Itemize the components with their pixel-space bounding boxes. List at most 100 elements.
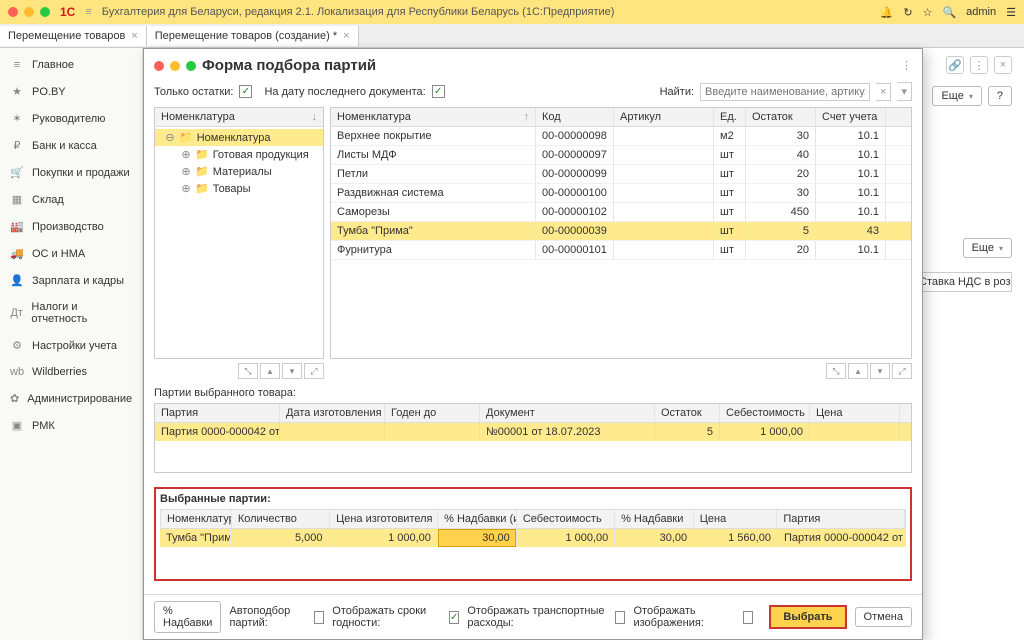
star-icon[interactable]: ☆ (923, 6, 933, 19)
sidebar-icon: ₽ (10, 139, 24, 152)
col-header[interactable]: Остаток (655, 404, 720, 422)
trans-checkbox[interactable] (615, 611, 625, 624)
more-button-2[interactable]: Еще (963, 238, 1012, 258)
col-header[interactable]: Партия (777, 510, 905, 528)
sidebar-item-9[interactable]: ДтНалоги и отчетность (0, 294, 142, 332)
close-icon[interactable]: × (343, 30, 349, 42)
grid-row[interactable]: Раздвижная система00-00000100шт3010.1 (331, 184, 911, 203)
sidebar-item-0[interactable]: ≡Главное (0, 52, 142, 78)
nav-down[interactable]: ▾ (870, 363, 890, 379)
sidebar-item-3[interactable]: ₽Банк и касса (0, 132, 142, 159)
nav-collapse[interactable]: ⤡ (238, 363, 258, 379)
nav-collapse[interactable]: ⤡ (826, 363, 846, 379)
col-header[interactable]: Годен до (385, 404, 480, 422)
grid-row[interactable]: Петли00-00000099шт2010.1 (331, 165, 911, 184)
grid-row[interactable]: Фурнитура00-00000101шт2010.1 (331, 241, 911, 260)
more-icon[interactable]: ⋮ (970, 56, 988, 74)
col-header[interactable]: Себестоимость (720, 404, 810, 422)
link-icon[interactable]: 🔗 (946, 56, 964, 74)
col-header[interactable]: % Надбавки (615, 510, 694, 528)
col-header[interactable]: Остаток (746, 108, 816, 126)
modal-max[interactable] (186, 61, 196, 71)
nav-up[interactable]: ▴ (848, 363, 868, 379)
col-header[interactable]: Артикул (614, 108, 714, 126)
window-close[interactable] (8, 7, 18, 17)
col-header[interactable]: Цена (810, 404, 900, 422)
col-header[interactable]: Дата изготовления (280, 404, 385, 422)
sidebar-item-13[interactable]: ▣РМК (0, 412, 142, 439)
grid-row[interactable]: Саморезы00-00000102шт45010.1 (331, 203, 911, 222)
sidebar-item-11[interactable]: wbWildberries (0, 359, 142, 385)
expand-icon[interactable]: ⊕ (181, 182, 191, 195)
modal-menu-icon[interactable]: ⋮ (901, 59, 912, 72)
auto-checkbox[interactable] (314, 611, 324, 624)
grid-row[interactable]: Верхнее покрытие00-00000098м23010.1 (331, 127, 911, 146)
doc-date-checkbox[interactable] (432, 85, 445, 98)
close-icon[interactable]: × (994, 56, 1012, 74)
cancel-button[interactable]: Отмена (855, 607, 912, 627)
grid-row[interactable]: Тумба "Прима"00-00000039шт543 (331, 222, 911, 241)
markup-button[interactable]: % Надбавки (154, 601, 221, 633)
search-input[interactable] (700, 83, 870, 101)
sidebar-item-2[interactable]: ✶Руководителю (0, 105, 142, 132)
select-button[interactable]: Выбрать (769, 605, 846, 629)
menu-icon[interactable]: ≡ (85, 6, 91, 18)
sidebar-item-7[interactable]: 🚚ОС и НМА (0, 240, 142, 267)
col-header[interactable]: Ед. (714, 108, 746, 126)
col-header[interactable]: Счет учета (816, 108, 886, 126)
sidebar-item-12[interactable]: ✿Администрирование (0, 385, 142, 412)
nav-down[interactable]: ▾ (282, 363, 302, 379)
window-maximize[interactable] (40, 7, 50, 17)
close-icon[interactable]: × (131, 30, 137, 42)
img-checkbox[interactable] (743, 611, 753, 624)
sidebar-icon: ✿ (10, 392, 19, 405)
more-button[interactable]: Еще (932, 86, 981, 106)
col-header[interactable]: Себестоимость (517, 510, 615, 528)
sidebar-item-8[interactable]: 👤Зарплата и кадры (0, 267, 142, 294)
help-button[interactable]: ? (988, 86, 1012, 106)
sidebar-item-6[interactable]: 🏭Производство (0, 213, 142, 240)
exp-checkbox[interactable] (449, 611, 459, 624)
sidebar-item-1[interactable]: ★PO.BY (0, 78, 142, 105)
batch-row[interactable]: Партия 0000-000042 от 18.07.2...№00001 о… (155, 423, 911, 441)
nav-up[interactable]: ▴ (260, 363, 280, 379)
modal-close[interactable] (154, 61, 164, 71)
col-header[interactable]: Номенклатура ↑ (331, 108, 536, 126)
sidebar-icon: ⚙ (10, 339, 24, 352)
search-clear[interactable]: × (876, 83, 891, 101)
tree-node[interactable]: ⊕📁Материалы (155, 163, 323, 180)
nav-expand[interactable]: ⤢ (892, 363, 912, 379)
only-balance-checkbox[interactable] (239, 85, 252, 98)
expand-icon[interactable]: ⊕ (181, 165, 191, 178)
window-minimize[interactable] (24, 7, 34, 17)
col-header[interactable]: Цена изготовителя (330, 510, 438, 528)
tree-node[interactable]: ⊕📁Готовая продукция (155, 146, 323, 163)
expand-icon[interactable]: ⊖ (165, 131, 175, 144)
col-header[interactable]: Номенклатура (161, 510, 232, 528)
search-icon[interactable]: 🔍 (942, 6, 956, 19)
history-icon[interactable]: ↻ (903, 6, 912, 19)
sort-icon[interactable]: ↓ (312, 111, 318, 123)
col-header[interactable]: Партия (155, 404, 280, 422)
col-header[interactable]: Цена (694, 510, 778, 528)
expand-icon[interactable]: ⊕ (181, 148, 191, 161)
selected-row[interactable]: Тумба "Прима"5,0001 000,0030,001 000,003… (160, 529, 906, 547)
panel-icon[interactable]: ☰ (1006, 6, 1016, 19)
sidebar-item-5[interactable]: ▦Склад (0, 186, 142, 213)
user-label[interactable]: admin (966, 6, 996, 18)
tab-1[interactable]: Перемещение товаров (создание) *× (147, 26, 359, 46)
col-header[interactable]: % Надбавки (изг.) (438, 510, 517, 528)
sidebar-item-10[interactable]: ⚙Настройки учета (0, 332, 142, 359)
col-header[interactable]: Документ (480, 404, 655, 422)
modal-min[interactable] (170, 61, 180, 71)
tree-node[interactable]: ⊖📁Номенклатура (155, 129, 323, 146)
bell-icon[interactable]: 🔔 (880, 6, 894, 19)
tree-node[interactable]: ⊕📁Товары (155, 180, 323, 197)
col-header[interactable]: Код (536, 108, 614, 126)
tab-0[interactable]: Перемещение товаров× (0, 26, 147, 46)
sidebar-item-4[interactable]: 🛒Покупки и продажи (0, 159, 142, 186)
grid-row[interactable]: Листы МДФ00-00000097шт4010.1 (331, 146, 911, 165)
nav-expand[interactable]: ⤢ (304, 363, 324, 379)
col-header[interactable]: Количество (232, 510, 330, 528)
search-dropdown[interactable]: ▾ (897, 82, 912, 101)
